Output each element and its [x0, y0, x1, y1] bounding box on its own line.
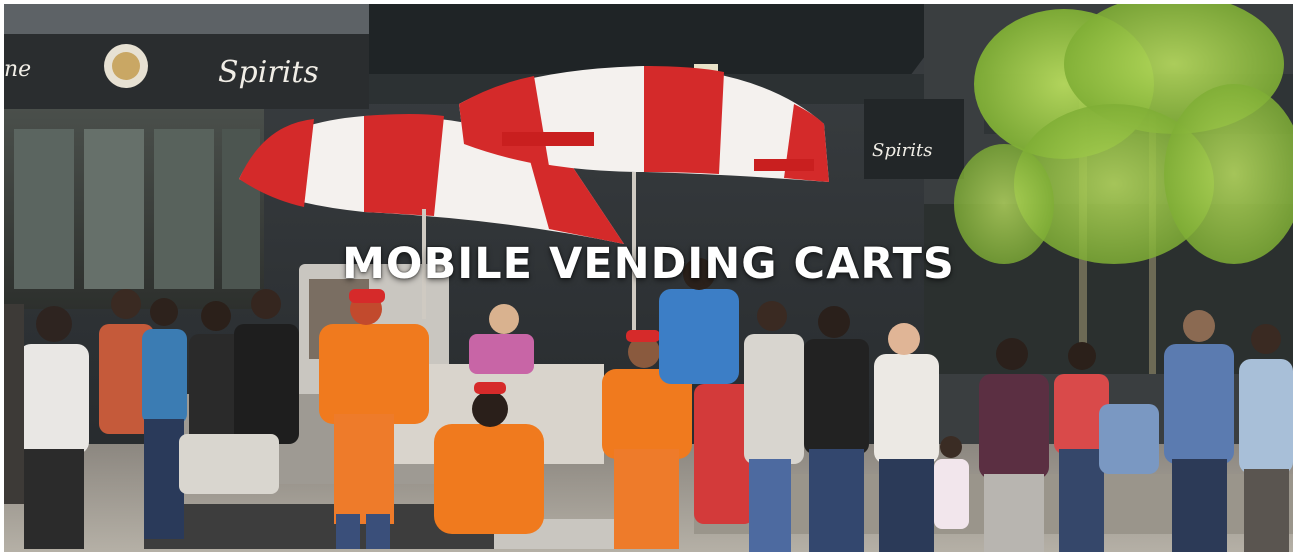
street-scene-photo: ne Spirits Spirits MOBILE VENDING CARTS	[4, 4, 1293, 552]
store-sign-spirits: Spirits	[218, 55, 319, 90]
store-sign-left-fragment: ne	[4, 57, 31, 82]
left-awning: ne Spirits	[4, 4, 369, 109]
store-sign-right: Spirits	[872, 140, 932, 161]
headline: MOBILE VENDING CARTS	[342, 239, 955, 289]
